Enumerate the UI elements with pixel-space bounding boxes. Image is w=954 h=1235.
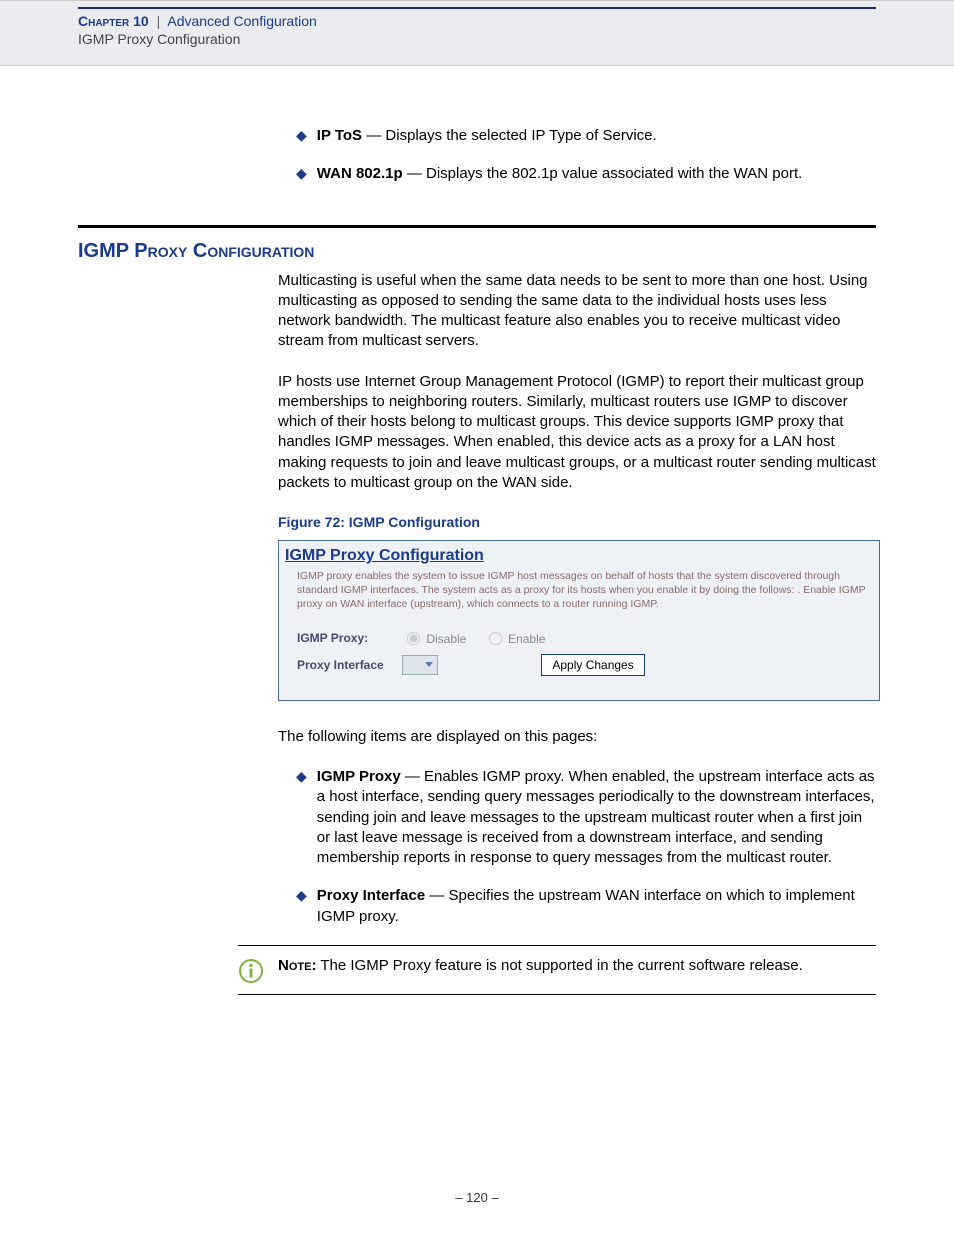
list-item: ◆ IP ToS — Displays the selected IP Type… [296, 126, 876, 146]
igmp-proxy-enable-radio[interactable] [489, 632, 502, 645]
figure-panel-title: IGMP Proxy Configuration [279, 541, 879, 569]
bullet-term: WAN 802.1p [317, 165, 403, 182]
bullet-desc: — Displays the 802.1p value associated w… [403, 165, 803, 182]
bullet-term: IP ToS [317, 127, 362, 144]
bullet-desc: — Enables IGMP proxy. When enabled, the … [317, 768, 875, 866]
proxy-interface-label: Proxy Interface [297, 657, 402, 673]
page-header: Chapter 10 | Advanced Configuration IGMP… [0, 0, 954, 66]
chapter-title: Advanced Configuration [167, 13, 316, 29]
note-block: Note: The IGMP Proxy feature is not supp… [238, 945, 876, 995]
note-text: The IGMP Proxy feature is not supported … [316, 957, 802, 974]
diamond-bullet-icon: ◆ [296, 126, 307, 146]
page-number: – 120 – [0, 1190, 954, 1205]
igmp-proxy-disable-radio[interactable] [407, 632, 420, 645]
igmp-proxy-label: IGMP Proxy: [297, 630, 402, 646]
note-label: Note: [278, 957, 316, 974]
figure-panel: IGMP Proxy Configuration IGMP proxy enab… [278, 540, 880, 701]
figure-panel-desc: IGMP proxy enables the system to issue I… [279, 568, 879, 625]
body-paragraph: The following items are displayed on thi… [278, 727, 876, 747]
bullet-desc: — Displays the selected IP Type of Servi… [362, 127, 657, 144]
info-icon [238, 958, 264, 984]
igmp-proxy-enable-option[interactable]: Enable [484, 632, 546, 646]
list-item: ◆ IGMP Proxy — Enables IGMP proxy. When … [296, 767, 876, 868]
diamond-bullet-icon: ◆ [296, 886, 307, 927]
igmp-proxy-disable-option[interactable]: Disable [402, 632, 466, 646]
list-item: ◆ WAN 802.1p — Displays the 802.1p value… [296, 164, 876, 184]
section-divider [78, 225, 876, 228]
header-subtitle: IGMP Proxy Configuration [78, 31, 876, 47]
igmp-proxy-radio-group: Disable Enable [402, 629, 869, 647]
section-heading: IGMP Proxy Configuration [78, 238, 876, 265]
diamond-bullet-icon: ◆ [296, 164, 307, 184]
header-breadcrumb: Chapter 10 | Advanced Configuration [78, 13, 876, 29]
breadcrumb-separator: | [157, 13, 161, 29]
body-paragraph: IP hosts use Internet Group Management P… [278, 372, 876, 494]
chapter-label: Chapter [78, 13, 129, 29]
proxy-interface-select[interactable] [402, 655, 438, 675]
figure-caption: Figure 72: IGMP Configuration [278, 513, 876, 532]
list-item: ◆ Proxy Interface — Specifies the upstre… [296, 886, 876, 927]
body-paragraph: Multicasting is useful when the same dat… [278, 271, 876, 352]
bullet-term: Proxy Interface [317, 887, 425, 904]
diamond-bullet-icon: ◆ [296, 767, 307, 868]
bullet-term: IGMP Proxy [317, 768, 401, 785]
radio-label: Disable [426, 632, 466, 646]
apply-changes-button[interactable]: Apply Changes [541, 654, 644, 676]
radio-label: Enable [508, 632, 545, 646]
chapter-number: 10 [133, 13, 149, 29]
